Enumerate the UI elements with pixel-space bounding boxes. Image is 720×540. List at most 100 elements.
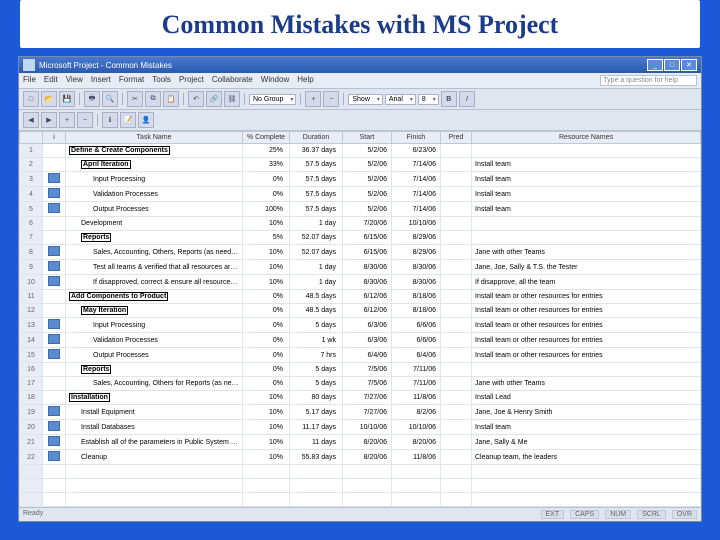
resource-cell[interactable]: Jane, Joe & Henry Smith xyxy=(472,405,701,420)
pred-cell[interactable] xyxy=(441,275,472,290)
indicator-cell[interactable] xyxy=(43,363,66,377)
resource-cell[interactable] xyxy=(472,144,701,158)
task-row[interactable]: 16Reports0%5 days7/5/067/11/06 xyxy=(20,363,701,377)
finish-cell[interactable]: 8/2/06 xyxy=(392,405,441,420)
task-name-cell[interactable]: Input Processing xyxy=(66,318,243,333)
duration-cell[interactable]: 1 day xyxy=(290,260,343,275)
pred-cell[interactable] xyxy=(441,363,472,377)
finish-cell[interactable]: 7/11/06 xyxy=(392,363,441,377)
outdent-icon[interactable]: ◀ xyxy=(23,112,39,128)
start-cell[interactable]: 8/30/06 xyxy=(343,275,392,290)
resource-cell[interactable]: If disapprove, all the team xyxy=(472,275,701,290)
pred-cell[interactable] xyxy=(441,435,472,450)
duration-cell[interactable]: 1 wk xyxy=(290,333,343,348)
link-icon[interactable]: 🔗 xyxy=(206,91,222,107)
row-number[interactable]: 3 xyxy=(20,172,43,187)
finish-cell[interactable]: 8/18/06 xyxy=(392,304,441,318)
row-number[interactable]: 20 xyxy=(20,420,43,435)
finish-cell[interactable]: 8/29/06 xyxy=(392,245,441,260)
duration-cell[interactable]: 5 days xyxy=(290,377,343,391)
resource-cell[interactable]: Jane with other Teams xyxy=(472,377,701,391)
task-row[interactable]: 17Sales, Accounting, Others for Reports … xyxy=(20,377,701,391)
task-row[interactable]: 6Development10%1 day7/20/0610/10/06 xyxy=(20,217,701,231)
indicator-cell[interactable] xyxy=(43,290,66,304)
pct-cell[interactable]: 33% xyxy=(243,158,290,172)
resource-cell[interactable]: Install team xyxy=(472,158,701,172)
pred-cell[interactable] xyxy=(441,290,472,304)
row-number[interactable]: 1 xyxy=(20,144,43,158)
resource-cell[interactable]: Install team or other resources for entr… xyxy=(472,304,701,318)
duration-cell[interactable]: 5.17 days xyxy=(290,405,343,420)
pred-cell[interactable] xyxy=(441,172,472,187)
task-row[interactable]: 19Install Equipment10%5.17 days7/27/068/… xyxy=(20,405,701,420)
pred-cell[interactable] xyxy=(441,420,472,435)
pct-cell[interactable]: 25% xyxy=(243,144,290,158)
finish-cell[interactable]: 7/14/06 xyxy=(392,158,441,172)
menu-tools[interactable]: Tools xyxy=(152,75,171,86)
task-name-cell[interactable]: Validation Processes xyxy=(66,187,243,202)
task-row[interactable]: 21Establish all of the parameters in Pub… xyxy=(20,435,701,450)
row-number[interactable]: 16 xyxy=(20,363,43,377)
task-row[interactable]: 1Define & Create Components25%36.37 days… xyxy=(20,144,701,158)
pred-cell[interactable] xyxy=(441,144,472,158)
duration-cell[interactable]: 55.83 days xyxy=(290,450,343,465)
resource-cell[interactable]: Install team or other resources for entr… xyxy=(472,333,701,348)
pred-cell[interactable] xyxy=(441,405,472,420)
finish-cell[interactable]: 7/14/06 xyxy=(392,172,441,187)
menu-help[interactable]: Help xyxy=(297,75,313,86)
pct-cell[interactable]: 10% xyxy=(243,420,290,435)
resource-cell[interactable]: Install team or other resources for entr… xyxy=(472,348,701,363)
start-cell[interactable]: 5/2/06 xyxy=(343,158,392,172)
duration-cell[interactable]: 80 days xyxy=(290,391,343,405)
task-name-cell[interactable]: April Iteration xyxy=(66,158,243,172)
open-icon[interactable]: 📂 xyxy=(41,91,57,107)
start-cell[interactable]: 6/4/06 xyxy=(343,348,392,363)
col-rownum[interactable] xyxy=(20,132,43,144)
indicator-cell[interactable] xyxy=(43,333,66,348)
save-icon[interactable]: 💾 xyxy=(59,91,75,107)
finish-cell[interactable]: 6/23/06 xyxy=(392,144,441,158)
indicator-cell[interactable] xyxy=(43,420,66,435)
row-number[interactable]: 6 xyxy=(20,217,43,231)
row-number[interactable]: 14 xyxy=(20,333,43,348)
pct-cell[interactable]: 100% xyxy=(243,202,290,217)
pct-cell[interactable]: 0% xyxy=(243,187,290,202)
finish-cell[interactable]: 7/11/06 xyxy=(392,377,441,391)
task-row[interactable]: 9Test all teams & verified that all reso… xyxy=(20,260,701,275)
indicator-cell[interactable] xyxy=(43,187,66,202)
row-number[interactable]: 2 xyxy=(20,158,43,172)
duration-cell[interactable]: 5 days xyxy=(290,318,343,333)
task-name-cell[interactable]: Test all teams & verified that all resou… xyxy=(66,260,243,275)
zoom-in-icon[interactable]: + xyxy=(305,91,321,107)
indicator-cell[interactable] xyxy=(43,348,66,363)
pred-cell[interactable] xyxy=(441,304,472,318)
close-button[interactable]: ✕ xyxy=(681,59,697,71)
resource-cell[interactable]: Install Lead xyxy=(472,391,701,405)
pct-cell[interactable]: 0% xyxy=(243,377,290,391)
resource-cell[interactable]: Jane, Sally & Me xyxy=(472,435,701,450)
start-cell[interactable]: 7/5/06 xyxy=(343,363,392,377)
undo-icon[interactable]: ↶ xyxy=(188,91,204,107)
task-name-cell[interactable]: Define & Create Components xyxy=(66,144,243,158)
duration-cell[interactable]: 48.5 days xyxy=(290,304,343,318)
pred-cell[interactable] xyxy=(441,318,472,333)
indicator-cell[interactable] xyxy=(43,275,66,290)
resource-cell[interactable]: Install team xyxy=(472,202,701,217)
pred-cell[interactable] xyxy=(441,377,472,391)
pct-cell[interactable]: 10% xyxy=(243,217,290,231)
resource-cell[interactable]: Jane, Joe, Sally & T.S. the Tester xyxy=(472,260,701,275)
start-cell[interactable]: 7/5/06 xyxy=(343,377,392,391)
new-icon[interactable]: □ xyxy=(23,91,39,107)
start-cell[interactable]: 6/15/06 xyxy=(343,245,392,260)
start-cell[interactable]: 6/12/06 xyxy=(343,290,392,304)
finish-cell[interactable]: 7/14/06 xyxy=(392,202,441,217)
row-number[interactable]: 18 xyxy=(20,391,43,405)
duration-cell[interactable]: 48.5 days xyxy=(290,290,343,304)
start-cell[interactable]: 5/2/06 xyxy=(343,202,392,217)
indicator-cell[interactable] xyxy=(43,231,66,245)
hide-subtasks-icon[interactable]: − xyxy=(77,112,93,128)
row-number[interactable]: 10 xyxy=(20,275,43,290)
start-cell[interactable]: 6/12/06 xyxy=(343,304,392,318)
pred-cell[interactable] xyxy=(441,202,472,217)
task-name-cell[interactable]: Validation Processes xyxy=(66,333,243,348)
